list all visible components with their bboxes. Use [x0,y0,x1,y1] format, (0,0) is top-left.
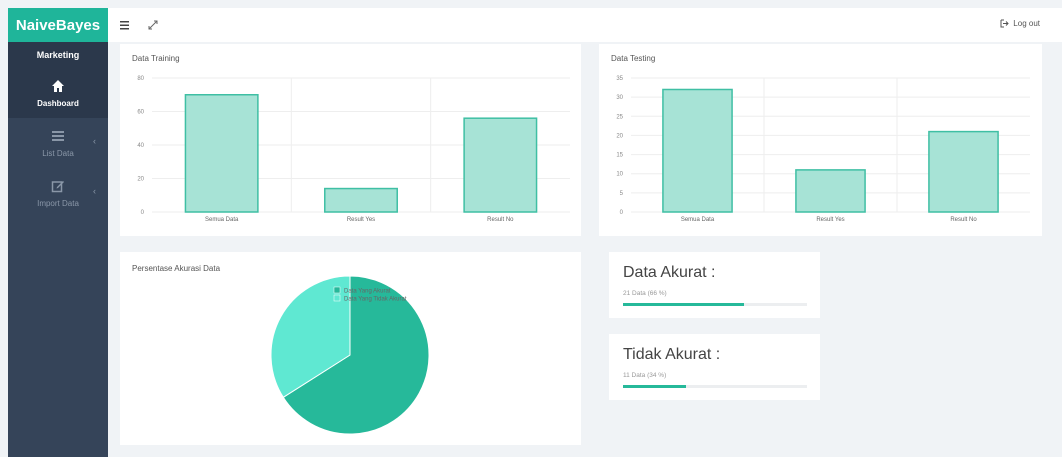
logout-label: Log out [1013,19,1040,28]
edit-icon [51,180,64,192]
y-tick-label: 10 [616,172,623,178]
progress-fill [623,303,745,306]
y-tick-label: 20 [137,177,144,183]
sidebar-item-label: Dashboard [37,98,79,108]
progress-fill [623,385,686,388]
x-tick-label: Result Yes [347,217,375,223]
sidebar-section-title: Marketing [8,42,108,68]
x-tick-label: Result Yes [816,217,844,223]
list-icon [52,130,64,141]
bar [928,130,999,213]
bar [324,187,398,213]
y-tick-label: 5 [620,191,624,197]
progress-track [623,303,807,306]
bar [795,169,866,213]
tidak-akurat-card: Tidak Akurat : 11 Data (34 %) [609,334,820,400]
sidebar-item-label: Import Data [37,198,79,208]
y-tick-label: 60 [137,110,144,116]
legend-label: Data Yang Tidak Akurat [344,297,407,303]
menu-toggle-icon[interactable] [118,18,132,32]
stat-subtitle: 21 Data (66 %) [623,290,667,297]
y-tick-label: 30 [616,95,623,101]
bar [662,88,733,213]
y-tick-label: 20 [616,133,623,139]
sidebar-item-import-data[interactable]: Import Data ‹ [8,168,108,218]
y-tick-label: 80 [137,76,144,82]
y-tick-label: 0 [141,210,145,216]
stat-title: Data Akurat : [623,264,716,281]
chevron-left-icon: ‹ [93,186,96,196]
sidebar-item-label: List Data [42,148,74,158]
accuracy-pie-chart: Data Yang Akurat Data Yang Tidak Akurat [270,275,430,435]
data-testing-card: Data Testing 0 5 10 15 20 25 30 35 Semua Data Res… [599,44,1042,236]
x-tick-label: Semua Data [681,217,715,223]
legend-swatch [333,286,341,294]
logout-button[interactable]: Log out [1000,19,1040,28]
data-training-chart: 0 20 40 60 80 Semua Data Result Yes Result No [137,76,570,223]
home-icon [52,79,64,92]
sign-out-icon [1000,19,1010,28]
data-training-card: Data Training 0 20 40 60 80 Semua Data Result … [120,44,581,236]
bar [463,117,538,213]
y-tick-label: 25 [616,114,623,120]
sidebar-item-list-data[interactable]: List Data ‹ [8,118,108,168]
accuracy-pie-card: Persentase Akurasi Data Data Yang Akurat… [120,252,581,445]
bar [184,94,259,213]
data-akurat-card: Data Akurat : 21 Data (66 %) [609,252,820,318]
y-tick-label: 15 [616,153,623,159]
x-tick-label: Result No [950,217,977,223]
progress-track [623,385,807,388]
brand-title[interactable]: NaiveBayes [8,8,108,42]
sidebar: Marketing Dashboard List Data ‹ Import D… [8,42,108,457]
chevron-left-icon: ‹ [93,136,96,146]
stat-title: Tidak Akurat : [623,346,721,363]
y-tick-label: 0 [620,210,624,216]
fullscreen-icon[interactable] [146,18,160,32]
sidebar-item-dashboard[interactable]: Dashboard [8,68,108,118]
data-testing-chart: 0 5 10 15 20 25 30 35 Semua Data Result Yes Result… [616,76,1030,223]
y-tick-label: 35 [616,76,623,82]
x-tick-label: Result No [487,217,514,223]
stat-subtitle: 11 Data (34 %) [623,372,667,379]
y-tick-label: 40 [137,143,144,149]
top-navbar: Log out [108,8,1062,42]
legend-swatch [333,294,341,302]
legend-label: Data Yang Akurat [344,289,391,295]
x-tick-label: Semua Data [205,217,239,223]
